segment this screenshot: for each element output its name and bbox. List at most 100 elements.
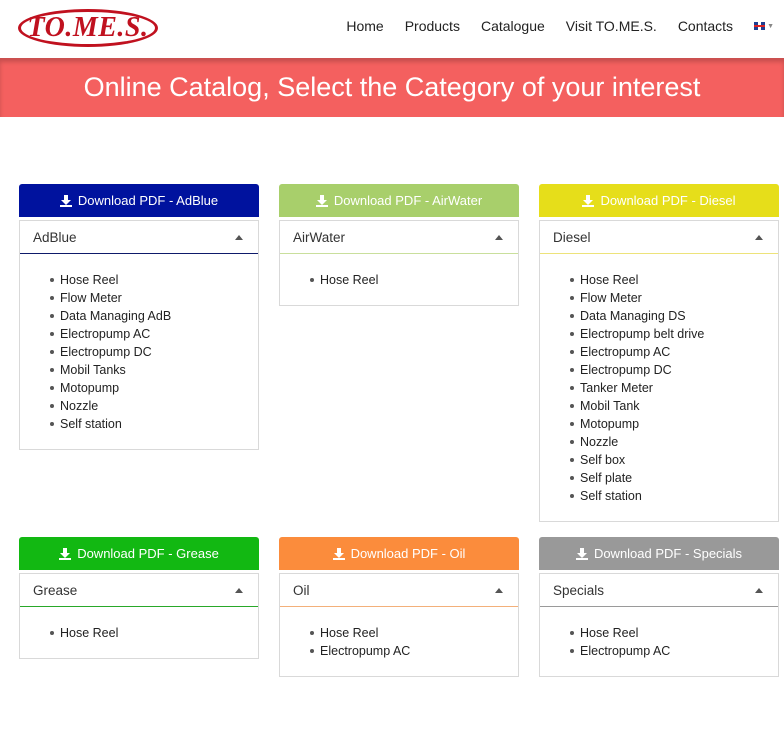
download-pdf-button[interactable]: Download PDF - AirWater xyxy=(279,184,519,217)
download-pdf-button[interactable]: Download PDF - AdBlue xyxy=(19,184,259,217)
collapse-caret-icon xyxy=(495,587,503,593)
product-list-item[interactable]: Data Managing AdB xyxy=(50,307,258,325)
panel-body: Hose Reel xyxy=(280,254,518,305)
product-list-item[interactable]: Self plate xyxy=(570,469,778,487)
category-panel: Diesel Hose Reel Flow Meter Data Managing … xyxy=(539,220,779,522)
download-label: Download PDF - Diesel xyxy=(600,193,736,208)
chevron-down-icon: ▼ xyxy=(767,22,774,30)
product-list-item[interactable]: Hose Reel xyxy=(570,271,778,289)
panel-title: Oil xyxy=(293,582,310,598)
collapse-caret-icon xyxy=(235,234,243,240)
category-panel: Specials Hose Reel Electropump AC xyxy=(539,573,779,677)
category-panel: Grease Hose Reel xyxy=(19,573,259,659)
language-selector[interactable]: ▼ xyxy=(754,22,774,30)
category-specials: Download PDF - Specials Specials Hose Re… xyxy=(539,537,779,677)
panel-body: Hose Reel xyxy=(20,607,258,658)
panel-header[interactable]: Diesel xyxy=(540,221,778,254)
product-list-item[interactable]: Hose Reel xyxy=(570,624,778,642)
download-icon xyxy=(582,194,595,207)
product-list-item[interactable]: Electropump AC xyxy=(570,343,778,361)
panel-title: Diesel xyxy=(553,229,591,245)
product-list-item[interactable]: Flow Meter xyxy=(50,289,258,307)
product-list: Hose Reel xyxy=(20,624,258,642)
product-list: Hose Reel Electropump AC xyxy=(540,624,778,660)
product-list-item[interactable]: Nozzle xyxy=(570,433,778,451)
product-list-item[interactable]: Data Managing DS xyxy=(570,307,778,325)
panel-body: Hose Reel Flow Meter Data Managing AdB Elec… xyxy=(20,254,258,449)
catalog-banner: Online Catalog, Select the Category of y… xyxy=(0,58,784,117)
download-icon xyxy=(315,194,328,207)
panel-header[interactable]: AdBlue xyxy=(20,221,258,254)
download-label: Download PDF - Oil xyxy=(350,546,466,561)
download-label: Download PDF - AdBlue xyxy=(77,193,219,208)
download-pdf-button[interactable]: Download PDF - Specials xyxy=(539,537,779,570)
banner-title: Online Catalog, Select the Category of y… xyxy=(83,72,701,102)
main-nav: Home Products Catalogue Visit TO.ME.S. C… xyxy=(325,0,774,52)
product-list-item[interactable]: Motopump xyxy=(570,415,778,433)
product-list-item[interactable]: Hose Reel xyxy=(50,271,258,289)
download-label: Download PDF - Grease xyxy=(77,546,219,561)
panel-header[interactable]: Grease xyxy=(20,574,258,607)
panel-title: Grease xyxy=(33,582,78,598)
panel-body: Hose Reel Flow Meter Data Managing DS Elect… xyxy=(540,254,778,521)
panel-header[interactable]: AirWater xyxy=(280,221,518,254)
panel-body: Hose Reel Electropump AC xyxy=(280,607,518,676)
nav-contacts[interactable]: Contacts xyxy=(678,18,733,34)
collapse-caret-icon xyxy=(755,587,763,593)
product-list-item[interactable]: Flow Meter xyxy=(570,289,778,307)
download-icon xyxy=(332,547,345,560)
product-list-item[interactable]: Tanker Meter xyxy=(570,379,778,397)
product-list: Hose Reel Flow Meter Data Managing AdB Elec… xyxy=(20,271,258,433)
category-panel: AirWater Hose Reel xyxy=(279,220,519,306)
collapse-caret-icon xyxy=(755,234,763,240)
product-list: Hose Reel Flow Meter Data Managing DS Elect… xyxy=(540,271,778,505)
download-label: Download PDF - Specials xyxy=(593,546,743,561)
download-pdf-button[interactable]: Download PDF - Diesel xyxy=(539,184,779,217)
category-panel: Oil Hose Reel Electropump AC xyxy=(279,573,519,677)
download-icon xyxy=(59,547,72,560)
product-list-item[interactable]: Nozzle xyxy=(50,397,258,415)
product-list-item[interactable]: Electropump DC xyxy=(570,361,778,379)
panel-body: Hose Reel Electropump AC xyxy=(540,607,778,676)
download-icon xyxy=(575,547,588,560)
product-list-item[interactable]: Hose Reel xyxy=(310,271,518,289)
category-grease: Download PDF - Grease Grease Hose Reel xyxy=(19,537,259,659)
product-list-item[interactable]: Mobil Tank xyxy=(570,397,778,415)
download-pdf-button[interactable]: Download PDF - Grease xyxy=(19,537,259,570)
panel-title: AirWater xyxy=(293,229,346,245)
product-list-item[interactable]: Mobil Tanks xyxy=(50,361,258,379)
product-list: Hose Reel xyxy=(280,271,518,289)
product-list-item[interactable]: Electropump DC xyxy=(50,343,258,361)
nav-home[interactable]: Home xyxy=(346,18,383,34)
panel-header[interactable]: Specials xyxy=(540,574,778,607)
product-list-item[interactable]: Self box xyxy=(570,451,778,469)
top-navbar: TO.ME.S. Home Products Catalogue Visit T… xyxy=(0,0,784,58)
panel-header[interactable]: Oil xyxy=(280,574,518,607)
category-adblue: Download PDF - AdBlue AdBlue Hose Reel Fl… xyxy=(19,184,259,450)
product-list: Hose Reel Electropump AC xyxy=(280,624,518,660)
category-airwater: Download PDF - AirWater AirWater Hose Re… xyxy=(279,184,519,306)
product-list-item[interactable]: Motopump xyxy=(50,379,258,397)
product-list-item[interactable]: Self station xyxy=(570,487,778,505)
product-list-item[interactable]: Electropump AC xyxy=(310,642,518,660)
logo-text: TO.ME.S. xyxy=(27,12,149,43)
nav-visit[interactable]: Visit TO.ME.S. xyxy=(566,18,657,34)
nav-catalogue[interactable]: Catalogue xyxy=(481,18,545,34)
category-panel: AdBlue Hose Reel Flow Meter Data Managing … xyxy=(19,220,259,450)
product-list-item[interactable]: Self station xyxy=(50,415,258,433)
download-icon xyxy=(59,194,72,207)
download-pdf-button[interactable]: Download PDF - Oil xyxy=(279,537,519,570)
product-list-item[interactable]: Hose Reel xyxy=(50,624,258,642)
product-list-item[interactable]: Hose Reel xyxy=(310,624,518,642)
product-list-item[interactable]: Electropump belt drive xyxy=(570,325,778,343)
download-label: Download PDF - AirWater xyxy=(333,193,483,208)
category-diesel: Download PDF - Diesel Diesel Hose Reel Fl… xyxy=(539,184,779,522)
nav-products[interactable]: Products xyxy=(405,18,460,34)
tomes-logo[interactable]: TO.ME.S. xyxy=(18,9,158,47)
panel-title: AdBlue xyxy=(33,229,77,245)
collapse-caret-icon xyxy=(235,587,243,593)
product-list-item[interactable]: Electropump AC xyxy=(50,325,258,343)
uk-flag-icon xyxy=(754,22,766,30)
product-list-item[interactable]: Electropump AC xyxy=(570,642,778,660)
category-oil: Download PDF - Oil Oil Hose Reel Electrop… xyxy=(279,537,519,677)
